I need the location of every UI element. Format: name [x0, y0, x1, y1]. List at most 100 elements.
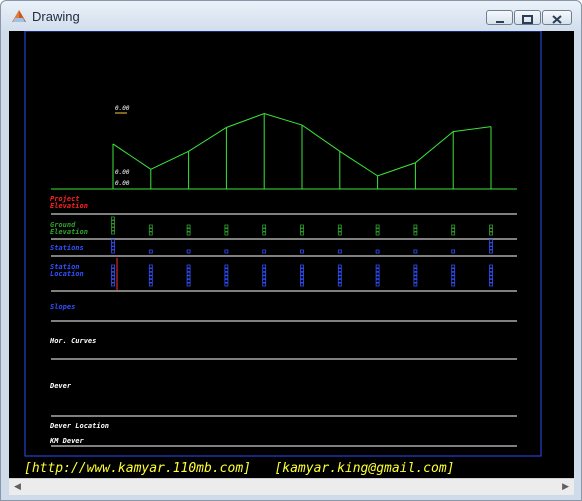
drawing-canvas[interactable]: 0.00 0.00 0.00 Project Elevation Ground El… — [9, 31, 574, 478]
station-location-marker — [300, 282, 304, 287]
ground-elev-marker — [148, 228, 153, 232]
station-location-marker — [375, 264, 380, 269]
station-location-marker — [375, 278, 380, 283]
slopes-label: Slopes — [50, 303, 75, 311]
window-title: Drawing — [32, 9, 80, 24]
station-marker — [111, 246, 115, 250]
app-logo-icon — [12, 10, 26, 22]
ground-elev-marker — [148, 224, 153, 229]
ground-elev-marker — [262, 231, 267, 236]
station-location-marker — [262, 264, 267, 269]
station-location-marker — [451, 275, 456, 280]
minimize-button[interactable] — [486, 10, 513, 25]
station-location-marker — [489, 264, 493, 269]
station-location-marker — [413, 264, 418, 269]
ground-elev-marker — [224, 228, 229, 232]
station-location-marker — [337, 268, 342, 273]
station-location-marker — [224, 278, 229, 283]
station-location-marker — [375, 268, 380, 273]
station-location-marker — [111, 278, 115, 283]
station-location-marker — [224, 282, 229, 287]
station-marker — [489, 239, 493, 243]
station-marker — [413, 249, 418, 254]
elevation-label-2: 0.00 — [115, 180, 130, 187]
station-location-marker — [300, 271, 304, 276]
dever-label: Dever — [49, 382, 72, 390]
station-location-marker — [186, 275, 191, 280]
close-icon — [552, 15, 562, 24]
station-location-marker — [186, 264, 191, 269]
station-location-marker — [111, 271, 115, 276]
station-marker — [489, 246, 493, 250]
close-button[interactable] — [542, 10, 572, 25]
ground-elev-marker — [413, 231, 418, 236]
station-location-marker — [262, 282, 267, 287]
station-location-marker — [224, 275, 229, 280]
station-location-marker — [300, 264, 304, 269]
drawing-window: Drawing 0.00 0.00 0.00 Project Elevation… — [0, 0, 582, 501]
maximize-button[interactable] — [514, 10, 541, 25]
station-location-marker — [186, 268, 191, 273]
ground-elev-marker — [375, 224, 380, 229]
station-location-marker — [224, 268, 229, 273]
hor-curves-label: Hor. Curves — [49, 337, 96, 345]
station-location-marker — [111, 264, 115, 269]
station-location-marker — [337, 278, 342, 283]
ground-elev-marker — [186, 228, 191, 232]
ground-elev-marker — [186, 231, 191, 236]
ground-elev-marker — [111, 230, 115, 235]
station-location-marker — [337, 271, 342, 276]
station-location-marker — [111, 282, 115, 287]
horizontal-scrollbar[interactable]: ◀ ▶ — [9, 478, 574, 495]
station-location-marker — [111, 275, 115, 280]
ground-elevation-label-2: Elevation — [50, 228, 88, 236]
station-marker — [111, 242, 115, 247]
station-location-marker — [224, 264, 229, 269]
title-bar[interactable]: Drawing — [1, 1, 581, 31]
ground-elev-marker — [262, 224, 267, 229]
station-location-marker — [148, 268, 153, 273]
station-marker — [489, 249, 493, 254]
ground-elev-marker — [375, 228, 380, 232]
station-location-marker — [489, 278, 493, 283]
station-location-marker — [148, 278, 153, 283]
profile-layer: 0.00 0.00 0.00 — [111, 105, 493, 290]
station-marker — [111, 249, 115, 254]
station-location-marker — [489, 275, 493, 280]
maximize-icon — [522, 15, 533, 24]
drawing-frame — [24, 31, 542, 457]
dever-location-label: Dever Location — [49, 422, 109, 430]
scroll-right-arrow-icon[interactable]: ▶ — [562, 482, 569, 492]
elevation-label-1: 0.00 — [115, 169, 130, 176]
ground-elev-marker — [300, 231, 304, 236]
ground-elev-marker — [300, 224, 304, 229]
ground-elev-marker — [224, 224, 229, 229]
station-location-marker — [413, 275, 418, 280]
station-location-marker — [262, 268, 267, 273]
station-location-marker — [337, 264, 342, 269]
ground-elev-marker — [337, 228, 342, 232]
ground-elev-marker — [489, 228, 493, 232]
ground-elev-marker — [186, 224, 191, 229]
profile-drawing: 0.000.000.00 Project Elevation Ground El… — [24, 31, 542, 457]
station-location-marker — [375, 282, 380, 287]
station-location-marker — [489, 282, 493, 287]
station-location-marker — [413, 268, 418, 273]
ground-elev-marker — [111, 227, 115, 231]
ground-elev-marker — [451, 231, 456, 236]
station-marker — [224, 249, 229, 254]
station-location-marker — [262, 271, 267, 276]
ground-elev-marker — [111, 223, 115, 228]
stations-label: Stations — [50, 244, 84, 252]
station-marker — [262, 249, 267, 254]
ground-elev-marker — [413, 224, 418, 229]
ground-elev-marker — [111, 220, 115, 224]
ground-elev-marker — [489, 231, 493, 236]
ground-elev-marker — [451, 224, 456, 229]
station-marker — [375, 249, 380, 254]
station-location-marker — [300, 268, 304, 273]
station-location-marker — [413, 271, 418, 276]
station-location-marker — [337, 275, 342, 280]
scroll-left-arrow-icon[interactable]: ◀ — [14, 482, 21, 492]
elevation-label-0: 0.00 — [115, 105, 130, 112]
